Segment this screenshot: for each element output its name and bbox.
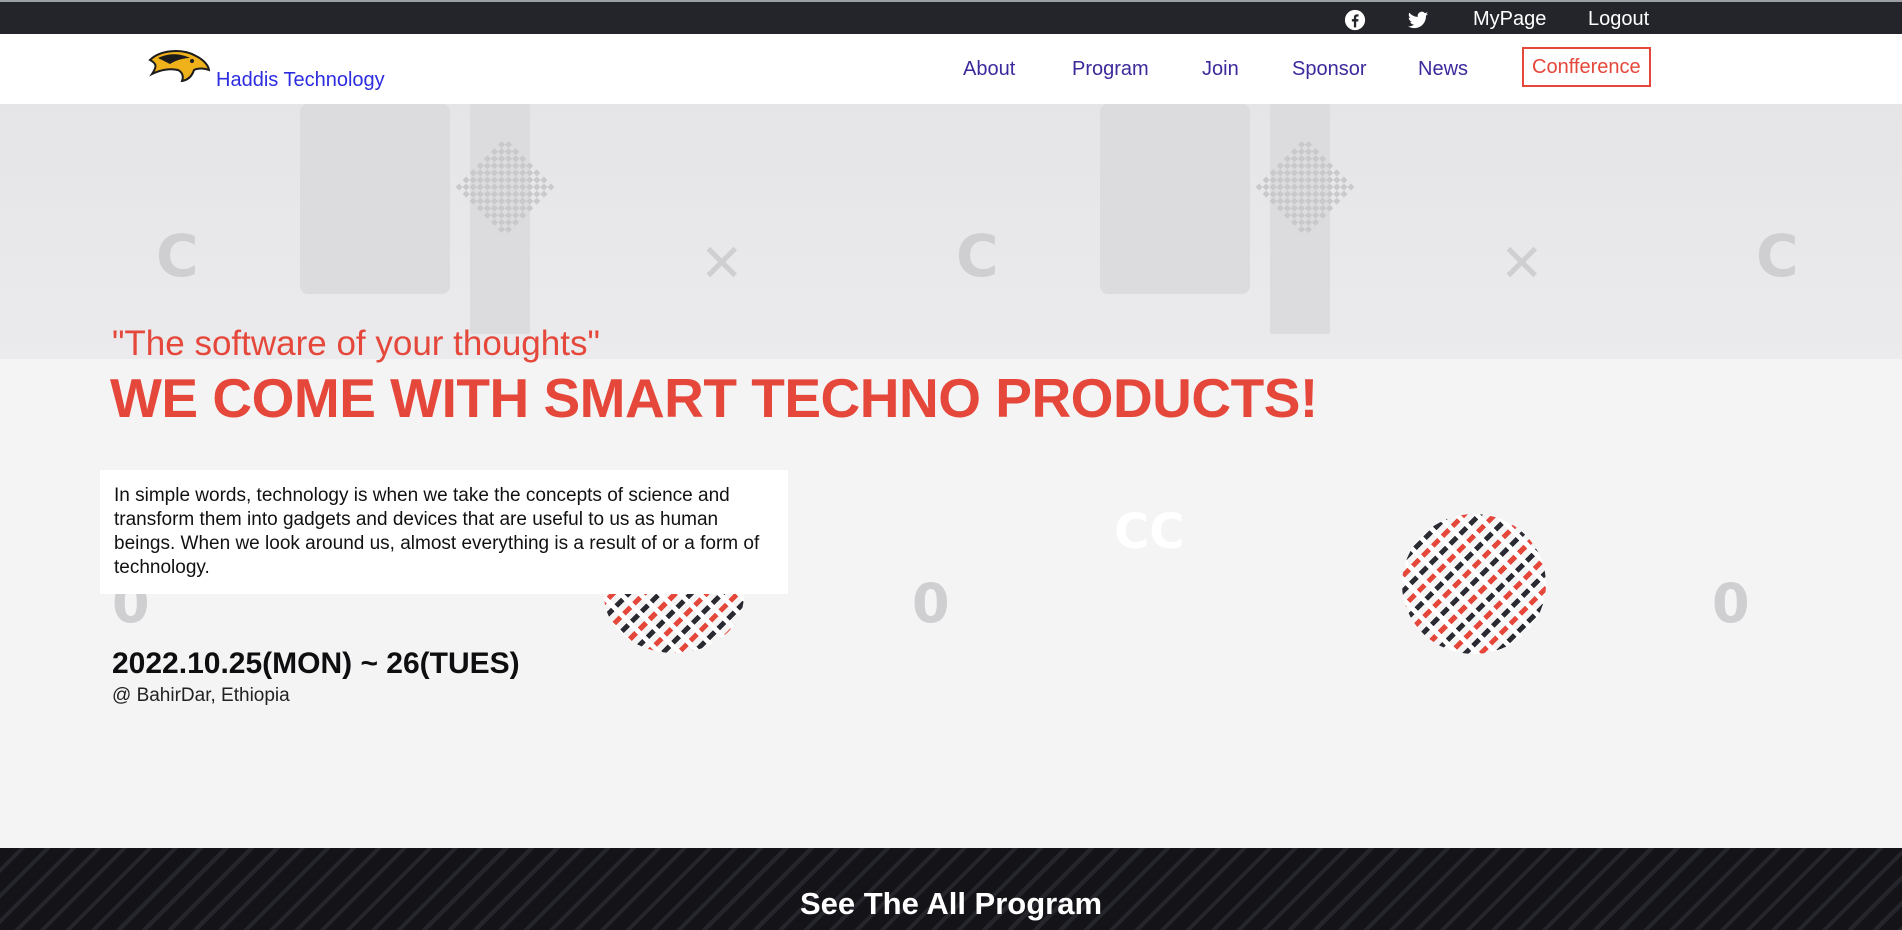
hero-headline: WE COME WITH SMART TECHNO PRODUCTS! bbox=[110, 367, 1318, 429]
top-utility-bar: MyPage Logout bbox=[0, 0, 1902, 34]
hero-section: C C C ✕ ✕ 0 0 0 CC "The software of your… bbox=[0, 104, 1902, 848]
nav-sponsor[interactable]: Sponsor bbox=[1292, 57, 1367, 81]
nav-news[interactable]: News bbox=[1418, 57, 1468, 81]
hero-background-tile bbox=[1600, 104, 1902, 359]
event-venue: @ BahirDar, Ethiopia bbox=[112, 685, 290, 706]
c-shape-decoration: C bbox=[956, 222, 999, 290]
nav-about[interactable]: About bbox=[963, 57, 1015, 81]
c-shape-decoration: C bbox=[1756, 222, 1799, 290]
cc-shape-decoration: CC bbox=[1114, 504, 1185, 560]
hero-quote: "The software of your thoughts" bbox=[112, 324, 600, 363]
eagle-logo-icon[interactable] bbox=[148, 48, 210, 82]
twitter-icon[interactable] bbox=[1407, 9, 1429, 31]
nav-program[interactable]: Program bbox=[1072, 57, 1149, 81]
program-band: See The All Program bbox=[0, 848, 1902, 930]
see-all-program-link[interactable]: See The All Program bbox=[0, 886, 1902, 922]
x-shape-decoration: ✕ bbox=[1500, 234, 1544, 294]
hero-background-tile bbox=[800, 104, 1600, 359]
facebook-icon[interactable] bbox=[1344, 9, 1366, 31]
main-header: Haddis Technology About Program Join Spo… bbox=[0, 34, 1902, 104]
zero-shape-decoration: 0 bbox=[912, 572, 950, 635]
zero-shape-decoration: 0 bbox=[1712, 572, 1750, 635]
brand-name[interactable]: Haddis Technology bbox=[216, 68, 385, 92]
pattern-circle-decoration bbox=[1402, 514, 1546, 654]
logout-link[interactable]: Logout bbox=[1588, 7, 1649, 31]
nav-conference[interactable]: Confference bbox=[1522, 47, 1651, 87]
nav-join[interactable]: Join bbox=[1202, 57, 1239, 81]
x-shape-decoration: ✕ bbox=[700, 234, 744, 294]
hero-background-tile bbox=[0, 104, 800, 359]
c-shape-decoration: C bbox=[156, 222, 199, 290]
mypage-link[interactable]: MyPage bbox=[1473, 7, 1546, 31]
hero-description: In simple words, technology is when we t… bbox=[114, 485, 760, 578]
event-date: 2022.10.25(MON) ~ 26(TUES) bbox=[112, 647, 520, 680]
description-box: In simple words, technology is when we t… bbox=[100, 470, 788, 594]
